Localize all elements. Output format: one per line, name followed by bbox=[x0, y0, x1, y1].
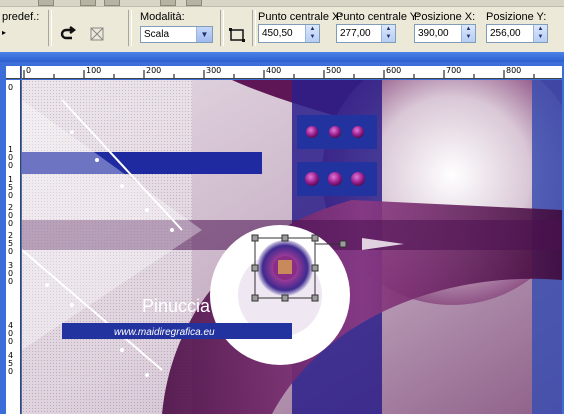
preset-label: predef.: bbox=[2, 11, 40, 23]
pos-y-spinner[interactable]: ▲ ▼ bbox=[533, 25, 547, 42]
artwork: Pinuccia www.maidiregrafica.eu bbox=[22, 80, 562, 414]
reset-icon[interactable] bbox=[58, 23, 80, 45]
ruler-label: 150 bbox=[8, 175, 14, 200]
toolbar-icon[interactable] bbox=[104, 0, 120, 6]
ruler-label: 700 bbox=[446, 66, 462, 75]
ruler-label: 250 bbox=[8, 231, 14, 256]
separator bbox=[220, 10, 224, 46]
purple-ball bbox=[306, 126, 318, 138]
center-x-spinner[interactable]: ▲ ▼ bbox=[305, 25, 319, 42]
horizontal-ruler-ticks bbox=[23, 70, 535, 78]
toolbar-icon[interactable] bbox=[186, 0, 202, 6]
tool-options-bar: predef.: ▸ Modalità: Scala ▼ Punto centr… bbox=[0, 0, 564, 53]
mode-label: Modalità: bbox=[140, 11, 185, 23]
separator bbox=[252, 10, 256, 46]
pos-y-label: Posizione Y: bbox=[486, 11, 547, 23]
center-x-value: 450,50 bbox=[262, 28, 293, 39]
preset-dropdown-arrow-icon[interactable]: ▸ bbox=[2, 28, 6, 37]
purple-ball bbox=[328, 172, 342, 186]
image-canvas[interactable]: Pinuccia www.maidiregrafica.eu bbox=[22, 80, 562, 414]
center-y-label: Punto centrale Y: bbox=[336, 11, 420, 23]
watermark-url: www.maidiregrafica.eu bbox=[114, 327, 215, 338]
ruler-corner bbox=[6, 66, 21, 79]
vertical-ruler: 0 100 150 200 250 300 400 450 bbox=[6, 80, 21, 414]
deform-grid-icon[interactable] bbox=[86, 23, 108, 45]
center-y-input[interactable]: 277,00 ▲ ▼ bbox=[336, 24, 396, 43]
pos-x-value: 390,00 bbox=[418, 28, 449, 39]
ruler-label: 800 bbox=[506, 66, 522, 75]
mode-select-value: Scala bbox=[144, 29, 170, 40]
pos-x-spinner[interactable]: ▲ ▼ bbox=[461, 25, 475, 42]
ruler-label: 0 bbox=[8, 83, 14, 92]
pos-y-input[interactable]: 256,00 ▲ ▼ bbox=[486, 24, 548, 43]
toolbar-icon[interactable] bbox=[80, 0, 96, 6]
window-title-bar[interactable] bbox=[0, 52, 564, 62]
purple-ball bbox=[329, 126, 341, 138]
mode-select[interactable]: Scala ▼ bbox=[140, 26, 213, 43]
swirl-highlight bbox=[278, 260, 292, 274]
center-y-value: 277,00 bbox=[340, 28, 371, 39]
watermark-name: Pinuccia bbox=[142, 296, 211, 316]
document-window: 0 100 200 300 400 500 600 700 800 0 100 … bbox=[0, 52, 564, 414]
ruler-label: 100 bbox=[8, 145, 14, 170]
separator bbox=[48, 10, 52, 46]
ruler-label: 500 bbox=[326, 66, 342, 75]
purple-ball bbox=[305, 172, 319, 186]
ruler-label: 300 bbox=[206, 66, 222, 75]
ruler-label: 300 bbox=[8, 261, 14, 286]
rotation-handle[interactable] bbox=[339, 240, 347, 248]
ruler-label: 400 bbox=[266, 66, 282, 75]
purple-ball bbox=[351, 172, 365, 186]
ruler-label: 100 bbox=[86, 66, 102, 75]
purple-ball bbox=[352, 126, 364, 138]
crop-frame-icon[interactable] bbox=[226, 24, 248, 46]
toolbar-icon[interactable] bbox=[38, 0, 54, 6]
ruler-label: 600 bbox=[386, 66, 402, 75]
ruler-label: 0 bbox=[26, 66, 32, 75]
toolbar-icon[interactable] bbox=[160, 0, 176, 6]
pos-y-value: 256,00 bbox=[490, 28, 521, 39]
pos-x-input[interactable]: 390,00 ▲ ▼ bbox=[414, 24, 476, 43]
ruler-label: 400 bbox=[8, 321, 14, 346]
horizontal-ruler: 0 100 200 300 400 500 600 700 800 bbox=[22, 66, 562, 79]
toolbar-top-strip bbox=[0, 0, 564, 7]
center-y-spinner[interactable]: ▲ ▼ bbox=[381, 25, 395, 42]
ruler-label: 200 bbox=[146, 66, 162, 75]
center-x-input[interactable]: 450,50 ▲ ▼ bbox=[258, 24, 320, 43]
separator bbox=[128, 10, 132, 46]
ruler-label: 450 bbox=[8, 351, 14, 376]
chevron-down-icon[interactable]: ▼ bbox=[196, 27, 212, 42]
pos-x-label: Posizione X: bbox=[414, 11, 476, 23]
center-x-label: Punto centrale X: bbox=[258, 11, 343, 23]
ruler-label: 200 bbox=[8, 203, 14, 228]
